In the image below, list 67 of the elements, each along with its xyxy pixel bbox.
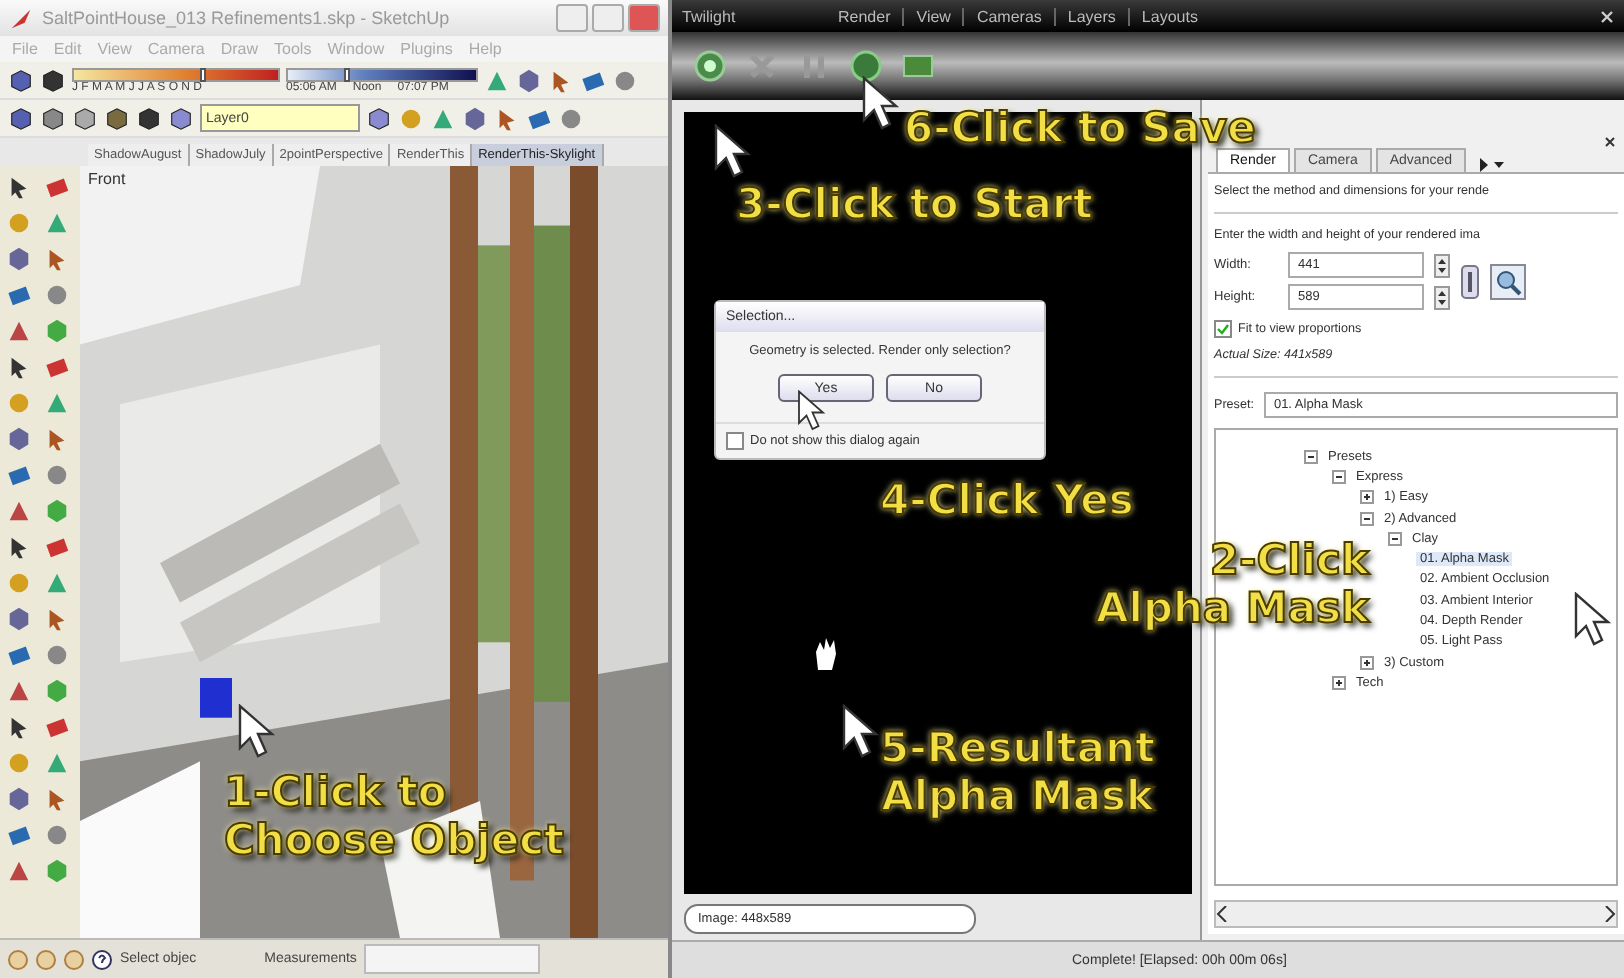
tool-icon[interactable] <box>6 606 32 632</box>
tool-icon[interactable] <box>6 462 32 488</box>
close-icon[interactable] <box>1604 136 1616 148</box>
tool-icon[interactable] <box>6 174 32 200</box>
collapse-icon[interactable] <box>1332 469 1346 484</box>
tool-icon[interactable] <box>494 105 520 131</box>
time-slider[interactable] <box>286 67 478 81</box>
checkbox[interactable] <box>726 432 744 450</box>
scrollbar[interactable] <box>1214 900 1618 928</box>
collapse-icon[interactable] <box>1360 511 1374 526</box>
measurements-field[interactable] <box>364 944 541 974</box>
cursor-icon <box>1572 592 1612 648</box>
slider-thumb[interactable] <box>200 67 207 81</box>
tool-icon[interactable] <box>6 354 32 380</box>
checkbox[interactable] <box>1214 320 1232 338</box>
tool-icon[interactable] <box>6 282 32 308</box>
view-label: Front <box>88 170 126 188</box>
tool-icon[interactable] <box>6 642 32 668</box>
tool-icon[interactable] <box>526 105 552 131</box>
menu-item[interactable]: Layouts <box>1127 7 1198 25</box>
expand-icon[interactable] <box>1360 655 1374 670</box>
menu-item[interactable]: Cameras <box>962 7 1042 25</box>
link-icon[interactable] <box>1460 263 1480 299</box>
annotation-text: 5-Resultant <box>880 724 1156 772</box>
collapse-icon[interactable] <box>1388 531 1402 546</box>
annotation-text: 1-Click to <box>224 768 447 816</box>
tool-icon[interactable] <box>6 426 32 452</box>
cursor-icon <box>860 76 900 132</box>
slider-thumb[interactable] <box>344 67 351 81</box>
cursor-icon <box>712 124 752 180</box>
menu-item[interactable]: Render <box>838 7 891 25</box>
menu-item[interactable]: View <box>902 7 951 25</box>
collapse-icon[interactable] <box>1304 449 1318 464</box>
menu-item[interactable]: Layers <box>1053 7 1116 25</box>
annotation-text: Alpha Mask <box>881 772 1155 820</box>
spinner-icon[interactable] <box>1434 253 1450 277</box>
tool-icon[interactable] <box>6 822 32 848</box>
annotation-text: 2-Click <box>1209 536 1369 584</box>
spinner-icon[interactable] <box>1434 285 1450 309</box>
scroll-right-icon[interactable] <box>1604 906 1616 922</box>
window-title: Twilight <box>682 7 738 25</box>
cursor-icon <box>796 390 826 432</box>
app-icon <box>8 5 34 31</box>
tool-icon[interactable] <box>516 67 542 93</box>
render-icon[interactable] <box>692 48 728 84</box>
help-icon[interactable] <box>92 949 112 969</box>
tab-scroll-icon[interactable] <box>1478 158 1507 172</box>
date-slider[interactable] <box>72 67 280 81</box>
cursor-icon <box>840 704 880 760</box>
expand-icon[interactable] <box>1332 675 1346 690</box>
tool-icon[interactable] <box>6 786 32 812</box>
tool-icon[interactable] <box>462 105 488 131</box>
tool-icon[interactable] <box>580 67 606 93</box>
annotation-text: 3-Click to Start <box>736 180 1093 228</box>
annotation-text: 4-Click Yes <box>880 476 1134 524</box>
search-icon[interactable] <box>1490 263 1526 299</box>
scroll-left-icon[interactable] <box>1216 906 1228 922</box>
expand-icon[interactable] <box>1360 490 1374 505</box>
tool-icon[interactable] <box>6 246 32 272</box>
window-title: SaltPointHouse_013 Refinements1.skp - SketchUp <box>42 8 450 28</box>
tool-icon[interactable] <box>6 534 32 560</box>
mask-silhouette <box>812 636 840 672</box>
tool-icon[interactable] <box>6 714 32 740</box>
tool-icon[interactable] <box>548 67 574 93</box>
annotation-text: Choose Object <box>224 816 565 864</box>
save-icon[interactable] <box>848 48 884 84</box>
cursor-icon <box>236 704 276 760</box>
